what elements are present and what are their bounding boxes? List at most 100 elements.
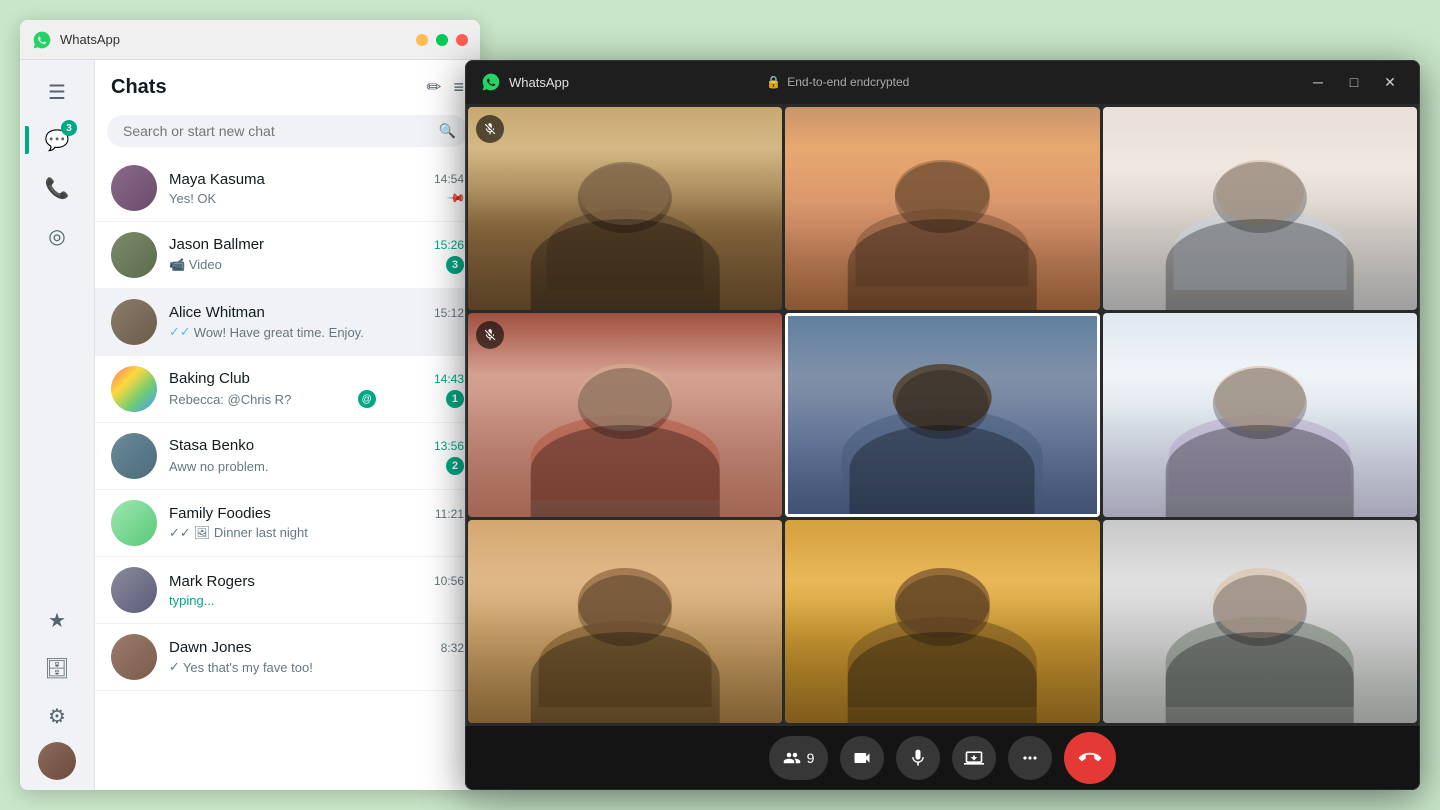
chat-name: Baking Club	[169, 370, 250, 387]
participants-button[interactable]: 9	[769, 736, 829, 780]
video-icon	[852, 748, 872, 768]
video-cell-8	[785, 520, 1099, 723]
chat-item-mark[interactable]: Mark Rogers 10:56 typing...	[95, 557, 480, 624]
mute-indicator-1	[476, 115, 504, 143]
chat-info-baking: Baking Club 14:43 Rebecca: @Chris R? @ 1	[169, 370, 464, 408]
chat-preview: Rebecca: @Chris R?	[169, 392, 291, 407]
encryption-label: 🔒 End-to-end endcrypted	[766, 75, 909, 89]
close-button[interactable]: ✕	[456, 34, 468, 46]
end-call-button[interactable]	[1064, 732, 1116, 784]
minimize-button[interactable]: ─	[416, 34, 428, 46]
chat-preview: 📹 Video	[169, 257, 222, 273]
video-maximize-button[interactable]: □	[1340, 68, 1368, 96]
chat-info-jason: Jason Ballmer 15:26 📹 Video 3	[169, 236, 464, 274]
chats-badge: 3	[61, 120, 77, 136]
video-titlebar: WhatsApp 🔒 End-to-end endcrypted ─ □ ✕	[465, 60, 1420, 104]
chats-title: Chats	[111, 76, 426, 99]
chat-time: 14:43	[434, 372, 464, 386]
search-icon: 🔍	[439, 123, 456, 140]
more-options-button[interactable]	[1008, 736, 1052, 780]
chat-name: Family Foodies	[169, 505, 271, 522]
video-cell-7	[468, 520, 782, 723]
new-chat-button[interactable]: ✏	[426, 77, 441, 98]
search-bar: 🔍	[107, 115, 468, 147]
chat-item-dawn[interactable]: Dawn Jones 8:32 ✓ Yes that's my fave too…	[95, 624, 480, 691]
chat-time: 14:54	[434, 172, 464, 186]
chat-header-icons: ✏ ≡	[426, 77, 464, 98]
chat-time: 15:26	[434, 238, 464, 252]
main-window: WhatsApp ─ □ ✕ ☰ 💬 3 📞 ◎ ★ 🗄 ⚙ Chats ✏	[20, 20, 480, 790]
video-feed-5	[788, 316, 1096, 513]
chat-item-jason[interactable]: Jason Ballmer 15:26 📹 Video 3	[95, 222, 480, 289]
chat-preview-row: Yes! OK 📌	[169, 191, 464, 206]
chat-time: 8:32	[441, 641, 464, 655]
filter-button[interactable]: ≡	[453, 77, 464, 98]
sidebar-archived-icon[interactable]: 🗄	[35, 646, 79, 690]
avatar-baking	[111, 366, 157, 412]
chat-name: Maya Kasuma	[169, 171, 265, 188]
chat-preview-row: ✓✓ 🖼 Dinner last night	[169, 525, 464, 541]
video-feed-8	[785, 520, 1099, 723]
chat-preview: ✓ Yes that's my fave too!	[169, 659, 313, 675]
avatar-dawn	[111, 634, 157, 680]
chat-item-alice[interactable]: Alice Whitman 15:12 ✓✓ Wow! Have great t…	[95, 289, 480, 356]
chat-name-row: Stasa Benko 13:56	[169, 437, 464, 454]
avatar-maya	[111, 165, 157, 211]
chat-preview-row: typing...	[169, 593, 464, 608]
video-toggle-button[interactable]	[840, 736, 884, 780]
video-minimize-button[interactable]: ─	[1304, 68, 1332, 96]
chat-panel: Chats ✏ ≡ 🔍 Maya Kasuma 14:54	[95, 60, 480, 790]
video-feed-6	[1103, 313, 1417, 516]
window-controls: ─ □ ✕	[416, 34, 468, 46]
sidebar-status-icon[interactable]: ◎	[35, 214, 79, 258]
chat-preview-row: Aww no problem. 2	[169, 457, 464, 475]
chat-preview-typing: typing...	[169, 593, 215, 608]
share-screen-icon	[964, 748, 984, 768]
main-titlebar: WhatsApp ─ □ ✕	[20, 20, 480, 60]
chat-info-dawn: Dawn Jones 8:32 ✓ Yes that's my fave too…	[169, 639, 464, 675]
sidebar-settings-icon[interactable]: ⚙	[35, 694, 79, 738]
end-call-icon	[1075, 742, 1106, 773]
chat-name-row: Mark Rogers 10:56	[169, 573, 464, 590]
chat-info-mark: Mark Rogers 10:56 typing...	[169, 573, 464, 608]
sidebar-chats-icon[interactable]: 💬 3	[35, 118, 79, 162]
video-grid	[465, 104, 1420, 726]
chat-preview: ✓✓ Wow! Have great time. Enjoy.	[169, 324, 364, 340]
avatar-family	[111, 500, 157, 546]
sidebar-calls-icon[interactable]: 📞	[35, 166, 79, 210]
encryption-text: End-to-end endcrypted	[787, 75, 909, 89]
chat-list: Maya Kasuma 14:54 Yes! OK 📌 Jason Ball	[95, 155, 480, 790]
sidebar-menu-icon[interactable]: ☰	[35, 70, 79, 114]
video-feed-9	[1103, 520, 1417, 723]
mic-icon	[908, 748, 928, 768]
video-cell-3	[1103, 107, 1417, 310]
maximize-button[interactable]: □	[436, 34, 448, 46]
lock-icon: 🔒	[766, 75, 781, 89]
chat-item-family[interactable]: Family Foodies 11:21 ✓✓ 🖼 Dinner last ni…	[95, 490, 480, 557]
chat-name-row: Maya Kasuma 14:54	[169, 171, 464, 188]
chat-name-row: Baking Club 14:43	[169, 370, 464, 387]
video-close-button[interactable]: ✕	[1376, 68, 1404, 96]
search-input[interactable]	[107, 115, 468, 147]
chat-name-row: Dawn Jones 8:32	[169, 639, 464, 656]
mic-toggle-button[interactable]	[896, 736, 940, 780]
chat-time: 13:56	[434, 439, 464, 453]
chat-name-row: Jason Ballmer 15:26	[169, 236, 464, 253]
chat-item-maya[interactable]: Maya Kasuma 14:54 Yes! OK 📌	[95, 155, 480, 222]
mention-badge: @	[358, 390, 376, 408]
chat-info-maya: Maya Kasuma 14:54 Yes! OK 📌	[169, 171, 464, 206]
video-feed-4	[468, 313, 782, 516]
video-cell-9	[1103, 520, 1417, 723]
video-controls: 9	[465, 726, 1420, 790]
video-whatsapp-logo	[481, 72, 501, 92]
sidebar-starred-icon[interactable]: ★	[35, 598, 79, 642]
chat-time: 11:21	[435, 507, 464, 521]
share-screen-button[interactable]	[952, 736, 996, 780]
chat-item-baking[interactable]: Baking Club 14:43 Rebecca: @Chris R? @ 1	[95, 356, 480, 423]
chat-item-stasa[interactable]: Stasa Benko 13:56 Aww no problem. 2	[95, 423, 480, 490]
my-profile-avatar[interactable]	[38, 742, 76, 780]
whatsapp-logo-icon	[32, 30, 52, 50]
video-cell-1	[468, 107, 782, 310]
video-feed-1	[468, 107, 782, 310]
pin-icon: 📌	[446, 188, 466, 208]
